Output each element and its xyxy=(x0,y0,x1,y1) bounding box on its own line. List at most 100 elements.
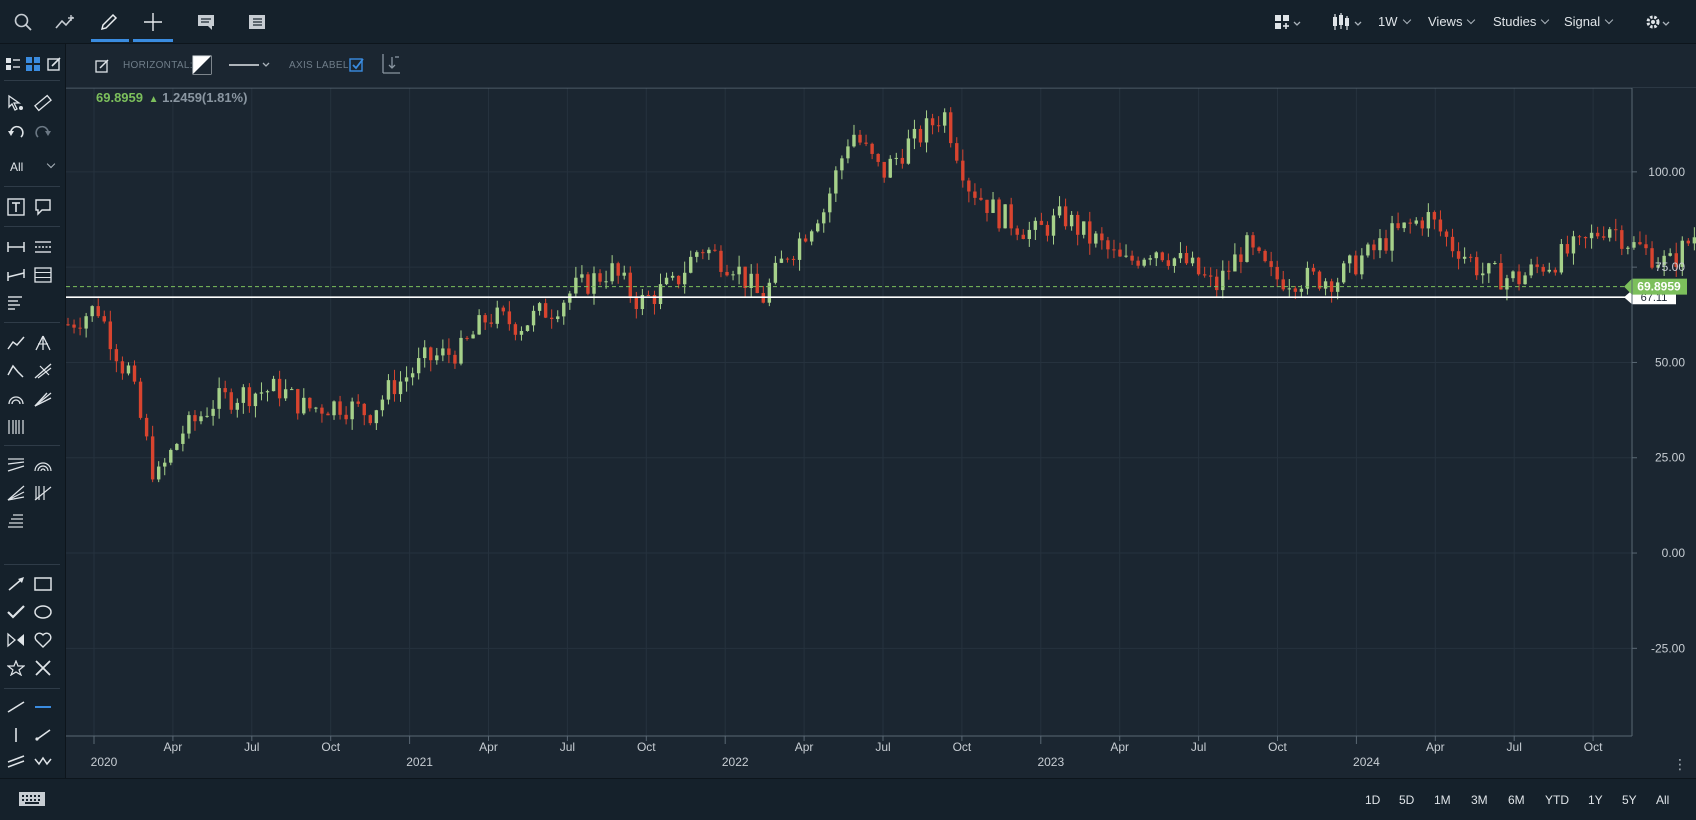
candle-body xyxy=(1257,247,1261,251)
measure-ruler-icon[interactable] xyxy=(32,92,54,114)
candle-body xyxy=(900,157,905,164)
candle-body xyxy=(338,401,342,415)
horizontal-segment-icon[interactable] xyxy=(5,236,27,258)
candle-body xyxy=(616,263,620,276)
drawing-toolbar: All xyxy=(0,44,66,778)
list-view-icon[interactable] xyxy=(2,53,24,75)
candle-body xyxy=(646,294,651,296)
check-mark-icon[interactable] xyxy=(5,601,27,623)
pitchfork-icon[interactable] xyxy=(32,332,54,354)
gann-fan-icon[interactable] xyxy=(32,360,54,382)
range-6m[interactable]: 6M xyxy=(1508,793,1525,807)
x-tick-label: Apr xyxy=(479,740,498,754)
candle-body xyxy=(586,274,590,294)
candle-body xyxy=(501,307,506,312)
channel-lines-icon[interactable] xyxy=(32,236,54,258)
keyboard-icon[interactable] xyxy=(18,791,46,812)
time-cycles-icon[interactable] xyxy=(5,416,27,438)
range-ytd[interactable]: YTD xyxy=(1545,793,1569,807)
search-icon[interactable] xyxy=(10,10,36,34)
range-1y[interactable]: 1Y xyxy=(1588,793,1603,807)
candle-body xyxy=(114,349,119,362)
ray-icon[interactable] xyxy=(32,724,54,746)
cross-x-icon[interactable] xyxy=(32,657,54,679)
more-options-icon[interactable]: ⋮ xyxy=(1673,756,1687,773)
candle-body xyxy=(1583,237,1588,239)
range-all[interactable]: All xyxy=(1656,793,1669,807)
fib-fan-icon[interactable] xyxy=(5,482,27,504)
fib-extension-icon[interactable] xyxy=(5,510,27,532)
grid-lines-icon[interactable] xyxy=(32,264,54,286)
layout-grid-icon[interactable] xyxy=(1268,10,1308,34)
x-tick-label: Apr xyxy=(795,740,814,754)
candle-body xyxy=(1360,255,1364,275)
compare-chart-icon[interactable] xyxy=(53,10,79,34)
studies-menu[interactable]: Studies xyxy=(1493,14,1550,29)
news-icon[interactable] xyxy=(244,10,270,34)
redo-icon[interactable] xyxy=(32,122,54,144)
popout-icon[interactable] xyxy=(43,53,65,75)
star-icon[interactable] xyxy=(5,657,27,679)
ray-segment-icon[interactable] xyxy=(5,264,27,286)
candle-body xyxy=(791,258,796,260)
select-cursor-icon[interactable] xyxy=(5,92,27,114)
arrow-line-icon[interactable] xyxy=(5,573,27,595)
grid-view-icon[interactable] xyxy=(22,53,44,75)
candle-body xyxy=(1335,282,1340,292)
heart-icon[interactable] xyxy=(32,629,54,651)
candle-body xyxy=(1523,275,1527,285)
candle-body xyxy=(1106,240,1110,250)
y-tick-label: 25.00 xyxy=(1655,451,1685,465)
fib-timezone-icon[interactable] xyxy=(32,482,54,504)
elliott-wave-icon[interactable] xyxy=(5,360,27,382)
text-tool-icon[interactable] xyxy=(5,196,27,218)
parallel-channel-icon[interactable] xyxy=(5,752,27,770)
trend-line-icon[interactable] xyxy=(5,332,27,354)
color-picker-swatch[interactable] xyxy=(191,54,213,76)
speed-lines-icon[interactable] xyxy=(32,388,54,410)
tool-filter-select[interactable]: All xyxy=(10,156,56,178)
callout-icon[interactable] xyxy=(32,196,54,218)
draw-pencil-icon[interactable] xyxy=(96,10,122,34)
candle-body xyxy=(942,112,947,126)
chart-type-candle-icon[interactable] xyxy=(1328,10,1368,34)
edit-drawing-icon[interactable] xyxy=(91,55,113,77)
vertical-line-icon[interactable] xyxy=(5,724,27,746)
settings-gear-icon[interactable] xyxy=(1640,10,1676,34)
candle-body xyxy=(1475,257,1479,276)
candle-body xyxy=(779,258,784,263)
x-tick-label: Jul xyxy=(244,740,259,754)
arc-icon[interactable] xyxy=(5,388,27,410)
zigzag-icon[interactable] xyxy=(32,752,54,770)
price-chart[interactable]: 67.11 69.8959 100.00 75.00 50.00 25.00 0.00 -2… xyxy=(66,87,1696,813)
line-icon[interactable] xyxy=(5,696,27,718)
candle-body xyxy=(1420,220,1424,229)
candle-body xyxy=(610,263,614,282)
regression-channel-icon[interactable] xyxy=(5,454,27,476)
range-3m[interactable]: 3M xyxy=(1471,793,1488,807)
rectangle-icon[interactable] xyxy=(32,573,54,595)
fib-levels-icon[interactable] xyxy=(5,292,27,314)
chart-canvas[interactable]: 67.1169.8959 100.00 75.00 50.00 25.00 0.00 -2… xyxy=(66,87,1696,778)
horizontal-line-icon[interactable] xyxy=(32,696,54,718)
bowtie-icon[interactable] xyxy=(5,629,27,651)
snap-to-price-icon[interactable] xyxy=(380,53,402,75)
range-1d[interactable]: 1D xyxy=(1365,793,1380,807)
comment-icon[interactable] xyxy=(193,10,219,34)
ellipse-icon[interactable] xyxy=(32,601,54,623)
range-1m[interactable]: 1M xyxy=(1434,793,1451,807)
signal-menu[interactable]: Signal xyxy=(1564,14,1614,29)
candle-body xyxy=(864,142,868,144)
candle-body xyxy=(150,436,155,480)
candle-body xyxy=(1239,254,1243,262)
range-5y[interactable]: 5Y xyxy=(1622,793,1637,807)
fib-arc-icon[interactable] xyxy=(32,454,54,476)
line-style-select[interactable] xyxy=(226,54,274,76)
undo-icon[interactable] xyxy=(5,122,27,144)
interval-menu[interactable]: 1W xyxy=(1378,14,1411,29)
axis-label-checkbox[interactable] xyxy=(346,54,368,76)
range-5d[interactable]: 5D xyxy=(1399,793,1414,807)
crosshair-icon[interactable] xyxy=(140,10,166,34)
views-menu[interactable]: Views xyxy=(1428,14,1476,29)
candle-body xyxy=(682,272,687,285)
